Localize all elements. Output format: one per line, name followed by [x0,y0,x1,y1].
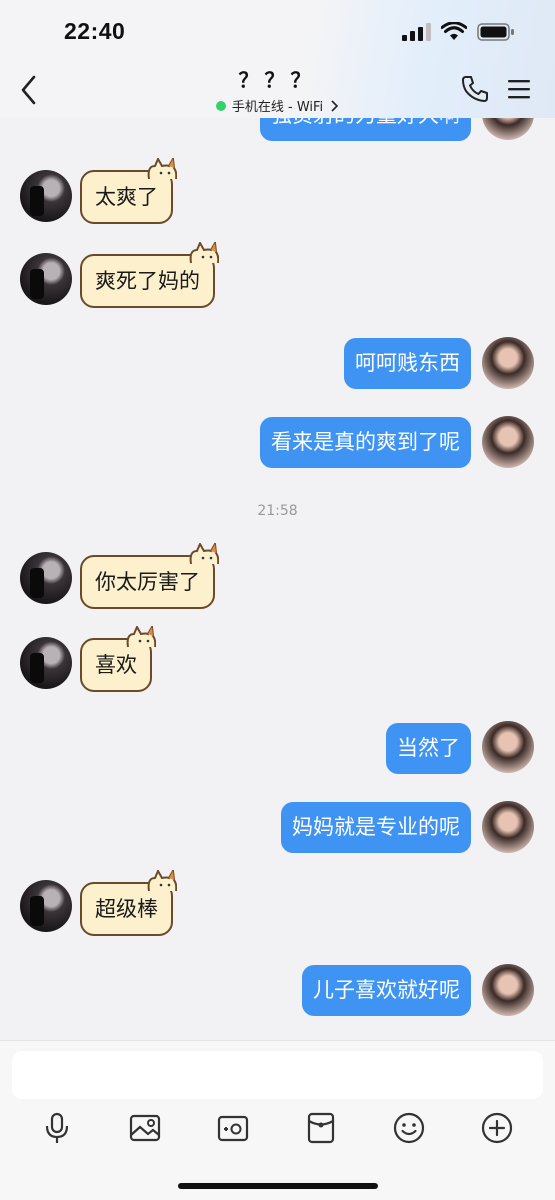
phone-icon [462,76,488,102]
message-bubble-outgoing[interactable]: 呵呵贱东西 [344,338,471,389]
contact-avatar[interactable] [20,637,72,689]
my-avatar[interactable] [482,801,534,853]
message-bubble-incoming[interactable]: 你太厉害了 [80,543,219,609]
online-dot-icon [215,100,226,111]
contact-avatar[interactable] [20,170,72,222]
message-text: 太爽了 [95,185,158,209]
message-text: 喜欢 [95,653,137,677]
message-text: 你太厉害了 [95,570,200,594]
emoji-icon [393,1112,425,1144]
red-envelope-button[interactable] [304,1111,338,1145]
status-time: 22:40 [64,18,126,44]
cat-sticker-icon [189,543,219,565]
hamburger-menu-icon [508,80,530,99]
battery-icon [477,23,514,41]
input-toolbar [0,1111,555,1151]
contact-avatar[interactable] [20,880,72,932]
image-button[interactable] [128,1111,162,1145]
camera-button[interactable] [216,1111,250,1145]
my-avatar[interactable] [482,337,534,389]
message-bubble-outgoing[interactable]: 强员射的力量好大啊 [260,118,471,141]
top-bar: 22:40 ？？？ 手机在线 - WiFi [0,0,555,118]
status-icons [401,22,515,42]
call-button[interactable] [460,74,490,108]
more-button[interactable] [480,1111,514,1145]
message-bubble-incoming[interactable]: 超级棒 [80,870,177,936]
message-input[interactable] [12,1051,543,1099]
message-bubble-outgoing[interactable]: 妈妈就是专业的呢 [281,802,471,853]
message-bubble-incoming[interactable]: 喜欢 [80,626,156,692]
message-bubble-outgoing[interactable]: 当然了 [386,723,471,774]
my-avatar[interactable] [482,964,534,1016]
my-avatar[interactable] [482,416,534,468]
message-text: 超级棒 [95,897,158,921]
my-avatar[interactable] [482,721,534,773]
cat-sticker-icon [126,626,156,648]
voice-button[interactable] [40,1111,74,1145]
microphone-icon [45,1112,69,1143]
emoji-button[interactable] [392,1111,426,1145]
home-indicator[interactable] [178,1183,378,1189]
message-bubble-incoming[interactable]: 爽死了妈的 [80,242,219,308]
menu-button[interactable] [507,78,531,104]
message-list[interactable]: 强员射的力量好大啊 太爽了 爽死了妈的 呵呵贱东西 看来是真的爽到了呢 21:5… [0,118,555,1040]
cat-sticker-icon [147,158,177,180]
cat-sticker-icon [147,870,177,892]
message-bubble-outgoing[interactable]: 看来是真的爽到了呢 [260,417,471,468]
camera-icon [217,1115,249,1142]
message-bubble-outgoing[interactable]: 儿子喜欢就好呢 [302,965,471,1016]
contact-avatar[interactable] [20,552,72,604]
my-avatar[interactable] [482,118,534,140]
message-text: 爽死了妈的 [95,269,200,293]
online-status-text: 手机在线 - WiFi [231,100,324,115]
contact-avatar[interactable] [20,253,72,305]
red-envelope-icon [307,1112,335,1144]
message-timestamp: 21:58 [257,503,298,519]
plus-icon [481,1112,513,1144]
message-bubble-incoming[interactable]: 太爽了 [80,158,177,224]
cat-sticker-icon [189,242,219,264]
chevron-right-icon [331,99,339,112]
input-area [0,1040,555,1200]
signal-icon [402,23,431,41]
image-icon [129,1114,161,1142]
wifi-icon [441,22,467,40]
